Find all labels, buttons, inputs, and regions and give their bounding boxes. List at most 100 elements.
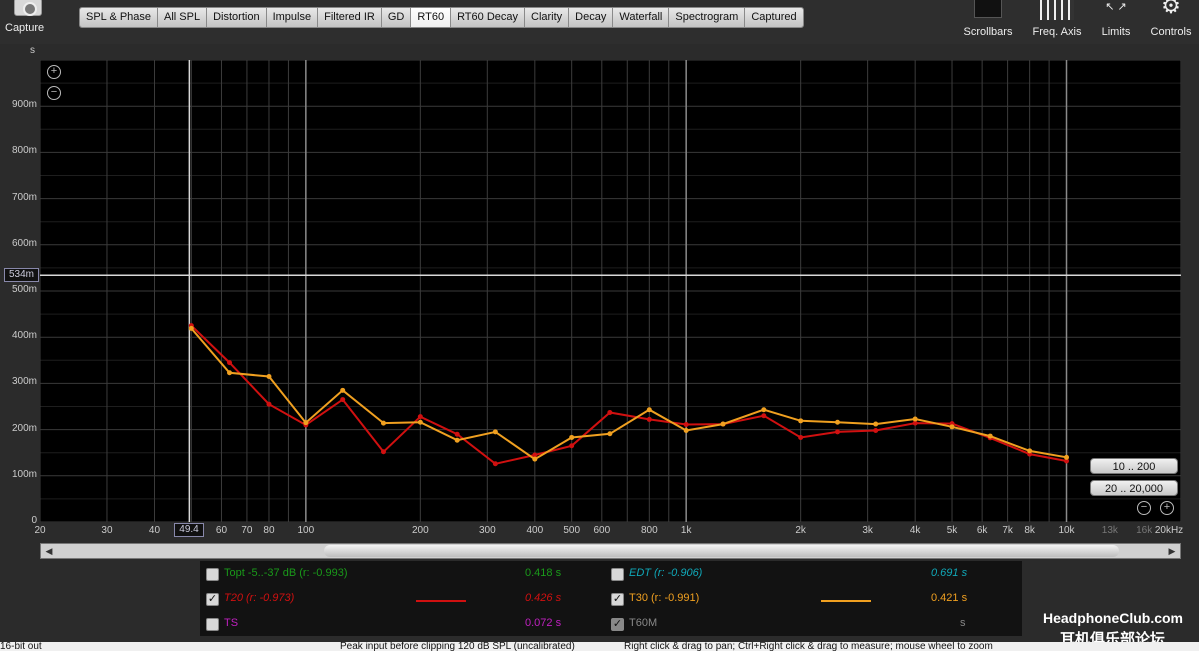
zoom-out-icon[interactable]: − — [47, 86, 61, 100]
tab-gd[interactable]: GD — [381, 8, 412, 27]
rt60-graph[interactable]: + − 10 .. 200 20 .. 20,000 − + — [40, 60, 1181, 522]
t30-legend-value: 0.421 s — [931, 592, 968, 604]
limits-label: Limits — [1101, 26, 1131, 38]
tab-filtered-ir[interactable]: Filtered IR — [318, 8, 382, 27]
tab-all-spl[interactable]: All SPL — [158, 8, 208, 27]
y-tick-label: 200m — [11, 422, 37, 434]
capture-button[interactable]: Capture — [2, 0, 52, 38]
data-point-t30 — [266, 373, 272, 379]
x-tick-label: 10k — [1058, 525, 1075, 536]
data-point-t20 — [380, 449, 386, 455]
t30-legend-label: T30 (r: -0.991) — [629, 592, 700, 604]
ts-legend-label: TS — [224, 617, 239, 629]
scrollbars-label: Scrollbars — [963, 26, 1013, 38]
data-point-t20 — [798, 434, 804, 440]
data-point-t30 — [454, 437, 460, 443]
range-10-200-button[interactable]: 10 .. 200 — [1090, 458, 1178, 474]
x-tick-label: 40 — [148, 525, 161, 536]
data-point-t30 — [569, 434, 575, 440]
tab-clarity[interactable]: Clarity — [525, 8, 570, 27]
data-point-t30 — [683, 428, 689, 434]
y-units-label: s — [30, 45, 35, 56]
topt-checkbox[interactable] — [206, 568, 219, 581]
tab-waterfall[interactable]: Waterfall — [613, 8, 670, 27]
data-point-t30 — [1064, 454, 1070, 460]
frequency-scrollbar[interactable]: ◀ ▶ — [40, 543, 1181, 559]
data-point-t30 — [720, 421, 726, 427]
data-point-t20 — [569, 443, 575, 449]
data-point-t20 — [646, 416, 652, 422]
data-point-t30 — [417, 419, 423, 425]
x-tick-label: 100 — [297, 525, 315, 536]
gear-icon: ⚙ — [1161, 0, 1181, 18]
t20-legend-label: T20 (r: -0.973) — [224, 592, 295, 604]
tab-captured[interactable]: Captured — [745, 8, 803, 27]
t20-checkbox[interactable]: ✓ — [206, 593, 219, 606]
tab-spectrogram[interactable]: Spectrogram — [669, 8, 746, 27]
status-bit-depth: 16-bit out — [0, 642, 42, 651]
tab-rt60[interactable]: RT60 — [411, 8, 452, 27]
x-tick-label: 80 — [263, 525, 275, 536]
tab-rt60-decay[interactable]: RT60 Decay — [451, 8, 525, 27]
x-tick-label: 800 — [640, 525, 658, 536]
data-point-t20 — [761, 413, 767, 419]
tab-distortion[interactable]: Distortion — [207, 8, 267, 27]
x-tick-label: 70 — [241, 525, 253, 536]
y-tick-label: 500m — [11, 284, 37, 295]
x-tick-label: 1k — [680, 525, 692, 536]
scrollbars-button[interactable]: Scrollbars — [958, 0, 1018, 40]
edt-legend-value: 0.691 s — [931, 567, 968, 579]
y-tick-label: 700m — [11, 191, 37, 203]
tab-spl-phase[interactable]: SPL & Phase — [80, 8, 159, 27]
data-point-t20 — [454, 431, 460, 437]
t20-legend-value: 0.426 s — [525, 592, 562, 604]
data-point-t20 — [266, 401, 272, 407]
zoom-in-icon[interactable]: + — [47, 65, 61, 79]
y-tick-label: 400m — [11, 330, 37, 342]
legend-panel: Topt -5..-37 dB (r: -0.993) 0.418 s ✓ T20 (… — [200, 561, 1022, 636]
status-peak-input: Peak input before clipping 120 dB SPL (u… — [340, 642, 575, 651]
topt-legend-value: 0.418 s — [525, 567, 562, 579]
series-line-t20 — [190, 324, 1067, 465]
topt-legend-label: Topt -5..-37 dB (r: -0.993) — [224, 567, 348, 579]
limits-button[interactable]: ↖ ↗ Limits — [1096, 0, 1136, 40]
t30-checkbox[interactable]: ✓ — [611, 593, 624, 606]
cursor-x-readout: 49.4 — [174, 523, 204, 537]
scroll-right-arrow-icon[interactable]: ▶ — [1164, 544, 1180, 558]
x-tick-label: 30 — [101, 525, 113, 536]
x-zoom-out-icon[interactable]: − — [1137, 501, 1151, 515]
data-point-t20 — [492, 461, 498, 467]
ts-checkbox[interactable] — [206, 618, 219, 631]
t60m-checkbox[interactable]: ✓ — [611, 618, 624, 631]
data-point-t30 — [949, 424, 955, 430]
t60m-legend-value: s — [960, 617, 966, 629]
status-hint: Right click & drag to pan; Ctrl+Right cl… — [624, 642, 993, 651]
x-tick-label: 300 — [478, 525, 496, 536]
data-point-t30 — [532, 456, 538, 462]
x-tick-label: 20 — [34, 525, 46, 536]
scroll-left-arrow-icon[interactable]: ◀ — [41, 544, 57, 558]
x-tick-label: 4k — [909, 525, 921, 536]
range-20-20000-button[interactable]: 20 .. 20,000 — [1090, 480, 1178, 496]
controls-button[interactable]: ⚙ Controls — [1146, 0, 1196, 40]
tab-decay[interactable]: Decay — [569, 8, 614, 27]
x-zoom-in-icon[interactable]: + — [1160, 501, 1174, 515]
data-point-t30 — [987, 433, 993, 439]
x-tick-label: 3k — [862, 525, 873, 536]
scrollbar-thumb[interactable] — [324, 545, 1119, 557]
y-tick-label: 800m — [11, 145, 37, 157]
capture-label: Capture — [5, 22, 45, 34]
freq-axis-button[interactable]: Freq. Axis — [1028, 0, 1086, 40]
data-point-t30 — [873, 421, 879, 427]
x-tick-label: 13k — [1101, 525, 1118, 536]
t30-legend-swatch — [821, 600, 871, 602]
x-tick-label: 8k — [1024, 525, 1035, 536]
y-tick-label: 600m — [11, 237, 37, 249]
data-point-t20 — [417, 414, 423, 420]
x-tick-label: 6k — [976, 525, 988, 536]
edt-checkbox[interactable] — [611, 568, 624, 581]
x-tick-label: 600 — [593, 525, 611, 536]
tab-impulse[interactable]: Impulse — [266, 8, 319, 27]
status-bar: 16-bit out Peak input before clipping 12… — [0, 642, 1199, 651]
x-tick-label: 2k — [795, 525, 806, 536]
